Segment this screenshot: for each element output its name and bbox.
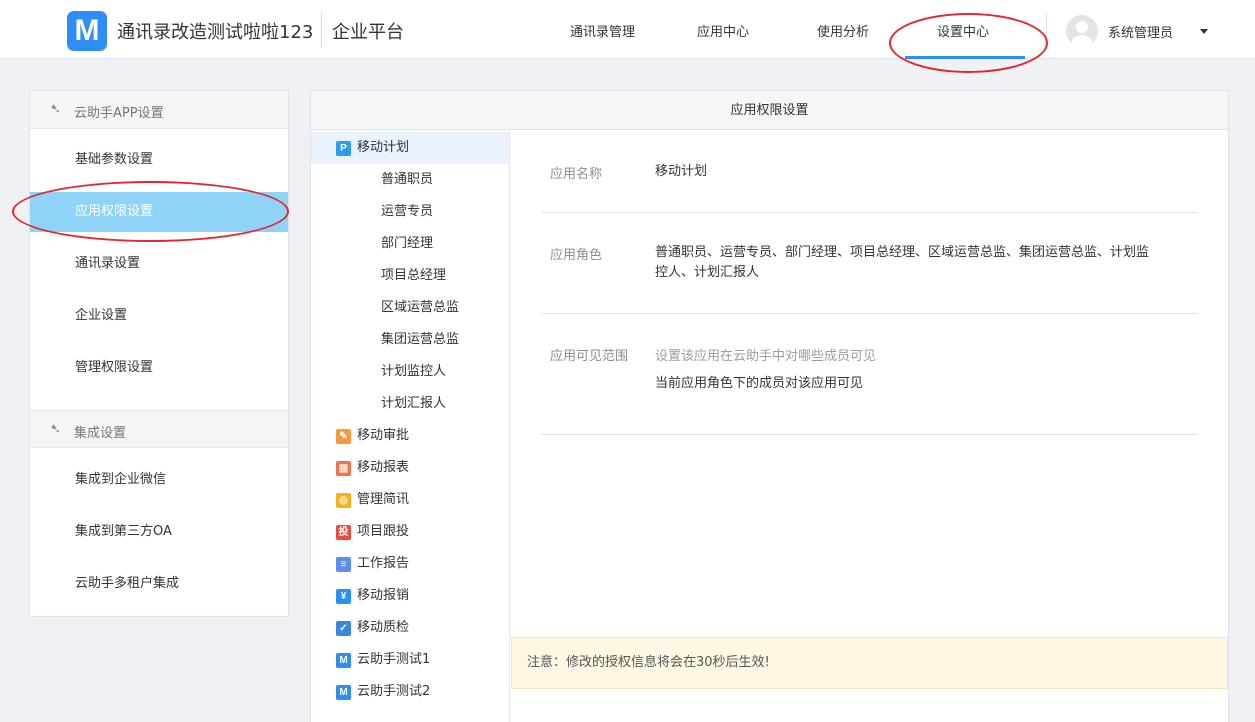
document-icon: ≡ (336, 557, 351, 572)
tree-role-item[interactable]: 计划汇报人 (381, 388, 446, 420)
sidebar-item-multitenant[interactable]: 云助手多租户集成 (30, 564, 288, 604)
tree-role-item[interactable]: 集团运营总监 (381, 324, 459, 356)
tree-app-project-coinvest[interactable]: 投 项目跟投 (311, 516, 509, 548)
invest-icon: 投 (336, 525, 351, 540)
nav-settings-center[interactable]: 设置中心 (937, 21, 989, 40)
tree-role-item[interactable]: 部门经理 (381, 228, 433, 260)
tree-app-mobile-reimbursement[interactable]: ¥ 移动报销 (311, 580, 509, 612)
chevron-down-icon[interactable] (1200, 29, 1208, 34)
tree-app-label: 项目跟投 (357, 524, 410, 539)
notice-banner: 注意：修改的授权信息将会在30秒后生效! (511, 637, 1228, 689)
section-header-app-settings[interactable]: ➷ 云助手APP设置 (30, 91, 288, 129)
top-header: M 通讯录改造测试啦啦123 企业平台 通讯录管理 应用中心 使用分析 设置中心… (0, 0, 1255, 59)
tree-app-label: 移动报表 (357, 460, 410, 475)
app-role-value: 普通职员、运营专员、部门经理、项目总经理、区域运营总监、集团运营总监、计划监 (655, 245, 1150, 260)
tree-app-label: 云助手测试1 (357, 652, 431, 667)
panel-title: 应用权限设置 (311, 91, 1228, 130)
shield-check-icon: ✓ (336, 621, 351, 636)
user-name[interactable]: 系统管理员 (1108, 22, 1173, 41)
nav-active-indicator (905, 56, 1025, 59)
nav-contacts-management[interactable]: 通讯录管理 (570, 21, 635, 40)
company-name: 通讯录改造测试啦啦123 (117, 22, 314, 43)
tree-role-item[interactable]: 普通职员 (381, 164, 433, 196)
tree-app-label: 移动计划 (357, 140, 410, 155)
sidebar-item-enterprise-settings[interactable]: 企业设置 (30, 296, 288, 336)
app-role-value-cont: 控人、计划汇报人 (655, 265, 760, 280)
app-logo[interactable]: M (67, 11, 107, 51)
tree-app-mobile-plan[interactable]: P 移动计划 (311, 132, 509, 164)
app-name-label: 应用名称 (550, 167, 603, 182)
sidebar-item-third-party-oa[interactable]: 集成到第三方OA (30, 512, 288, 552)
tree-role-item[interactable]: 区域运营总监 (381, 292, 459, 324)
plan-icon: P (336, 141, 351, 156)
divider (541, 434, 1198, 435)
nav-usage-analytics[interactable]: 使用分析 (817, 21, 869, 40)
avatar[interactable] (1066, 15, 1098, 47)
money-bag-icon: ¥ (336, 589, 351, 604)
tree-app-label: 移动质检 (357, 620, 410, 635)
user-divider (1046, 13, 1047, 47)
tree-app-label: 移动审批 (357, 428, 410, 443)
sidebar-item-admin-permissions[interactable]: 管理权限设置 (30, 348, 288, 388)
settings-sidebar: ➷ 云助手APP设置 基础参数设置 应用权限设置 通讯录设置 企业设置 管理权限… (29, 90, 289, 617)
app-name-value: 移动计划 (655, 164, 708, 179)
tree-role-item[interactable]: 项目总经理 (381, 260, 446, 292)
app-permissions-panel: 应用权限设置 P 移动计划 普通职员 运营专员 部门经理 项目总经理 区域运营总… (310, 90, 1229, 722)
report-chart-icon: ▥ (336, 461, 351, 476)
news-icon: ◎ (336, 493, 351, 508)
tree-app-label: 工作报告 (357, 556, 410, 571)
header-divider (321, 13, 322, 47)
tree-app-mobile-approval[interactable]: ✎ 移动审批 (311, 420, 509, 452)
app-scope-value[interactable]: 当前应用角色下的成员对该应用可见 (655, 374, 863, 394)
app-role-label: 应用角色 (550, 248, 603, 263)
tree-app-management-news[interactable]: ◎ 管理简讯 (311, 484, 509, 516)
tree-app-test-2[interactable]: M 云助手测试2 (311, 676, 509, 708)
tree-app-label: 移动报销 (357, 588, 410, 603)
tree-app-work-report[interactable]: ≡ 工作报告 (311, 548, 509, 580)
tree-app-label: 管理简讯 (357, 492, 410, 507)
section-title: 云助手APP设置 (74, 106, 164, 121)
app-scope-hint: 设置该应用在云助手中对哪些成员可见 (655, 349, 877, 364)
section-title: 集成设置 (74, 426, 127, 441)
tree-role-item[interactable]: 运营专员 (381, 196, 433, 228)
tree-role-item[interactable]: 计划监控人 (381, 356, 446, 388)
section-header-integration[interactable]: ➷ 集成设置 (30, 410, 288, 448)
m-logo-icon: M (336, 653, 351, 668)
approval-icon: ✎ (336, 429, 351, 444)
app-scope-label: 应用可见范围 (550, 349, 629, 364)
sidebar-item-basic-params[interactable]: 基础参数设置 (30, 140, 288, 180)
divider (541, 212, 1198, 213)
m-logo-icon: M (336, 685, 351, 700)
platform-title: 企业平台 (332, 22, 404, 43)
tree-app-mobile-report[interactable]: ▥ 移动报表 (311, 452, 509, 484)
tree-app-label: 云助手测试2 (357, 684, 431, 699)
collapse-arrow-icon: ➷ (50, 102, 61, 117)
collapse-arrow-icon: ➷ (50, 422, 61, 437)
nav-app-center[interactable]: 应用中心 (697, 21, 749, 40)
sidebar-item-contacts-settings[interactable]: 通讯录设置 (30, 244, 288, 284)
tree-app-test-1[interactable]: M 云助手测试1 (311, 644, 509, 676)
divider (541, 313, 1198, 314)
app-tree: P 移动计划 普通职员 运营专员 部门经理 项目总经理 区域运营总监 集团运营总… (311, 131, 510, 722)
sidebar-item-app-permissions[interactable]: 应用权限设置 (30, 192, 288, 232)
tree-app-mobile-inspection[interactable]: ✓ 移动质检 (311, 612, 509, 644)
sidebar-item-wecom-integration[interactable]: 集成到企业微信 (30, 460, 288, 500)
